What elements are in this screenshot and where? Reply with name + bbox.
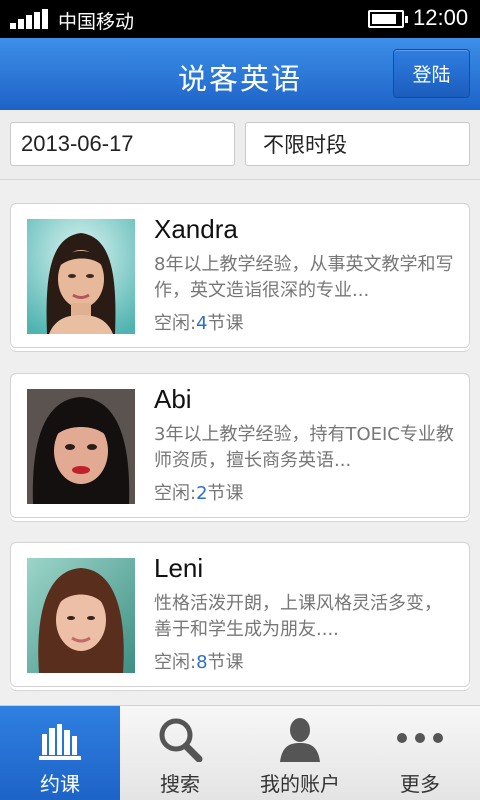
tab-my-account[interactable]: 我的账户	[240, 706, 360, 800]
signal-icon	[10, 9, 48, 29]
filter-bar: 2013-06-17 不限时段	[0, 110, 480, 180]
free-slots: 空闲:4节课	[154, 309, 244, 335]
teacher-photo	[27, 389, 135, 504]
free-slots-label: 空闲:	[154, 313, 197, 334]
teacher-description: 3年以上教学经验，持有TOEIC专业教师资质，擅长商务英语...	[154, 424, 454, 471]
books-icon	[39, 724, 81, 760]
free-slots-count: 4	[196, 313, 208, 334]
teacher-description: 性格活泼开朗，上课风格灵活多变，善于和学生成为朋友....	[154, 593, 442, 640]
time-slot-selector[interactable]: 不限时段	[245, 122, 470, 166]
tab-more[interactable]: 更多	[360, 706, 480, 800]
title-bar: 说客英语 登陆	[0, 38, 480, 110]
tab-label: 更多	[400, 772, 440, 796]
search-icon	[159, 718, 203, 762]
tab-label: 搜索	[160, 772, 200, 796]
date-picker[interactable]: 2013-06-17	[10, 122, 235, 166]
teacher-name: Leni	[154, 553, 204, 583]
more-dots-icon	[397, 733, 443, 743]
tab-search[interactable]: 搜索	[120, 706, 240, 800]
teacher-name: Xandra	[154, 214, 238, 244]
free-slots-unit: 节课	[207, 652, 244, 673]
bottom-tab-bar: 约课 搜索 我的账户 更多	[0, 705, 480, 800]
teacher-description: 8年以上教学经验，从事英文教学和写作，英文造诣很深的专业...	[154, 254, 454, 301]
teacher-name: Abi	[154, 384, 192, 414]
battery-level	[372, 14, 396, 24]
teacher-photo	[27, 219, 135, 334]
teacher-list: Xandra 8年以上教学经验，从事英文教学和写作，英文造诣很深的专业... 空…	[0, 181, 480, 705]
person-icon	[280, 718, 320, 762]
tab-booking[interactable]: 约课	[0, 706, 120, 800]
login-button[interactable]: 登陆	[393, 49, 470, 98]
teacher-card[interactable]: Abi 3年以上教学经验，持有TOEIC专业教师资质，擅长商务英语... 空闲:…	[10, 373, 470, 518]
tab-label: 我的账户	[260, 772, 340, 796]
teacher-photo	[27, 558, 135, 673]
free-slots-unit: 节课	[207, 483, 244, 504]
free-slots-label: 空闲:	[154, 652, 197, 673]
free-slots-count: 8	[196, 652, 208, 673]
free-slots-unit: 节课	[207, 313, 244, 334]
battery-icon	[368, 10, 408, 28]
status-bar: 中国移动 12:00	[0, 0, 480, 38]
free-slots-label: 空闲:	[154, 483, 197, 504]
free-slots-count: 2	[196, 483, 208, 504]
clock: 12:00	[413, 5, 469, 30]
free-slots: 空闲:8节课	[154, 648, 244, 674]
tab-label: 约课	[40, 772, 80, 796]
teacher-card[interactable]: Leni 性格活泼开朗，上课风格灵活多变，善于和学生成为朋友.... 空闲:8节…	[10, 542, 470, 687]
free-slots: 空闲:2节课	[154, 479, 244, 505]
teacher-card[interactable]: Xandra 8年以上教学经验，从事英文教学和写作，英文造诣很深的专业... 空…	[10, 203, 470, 348]
carrier-name: 中国移动	[58, 11, 135, 33]
